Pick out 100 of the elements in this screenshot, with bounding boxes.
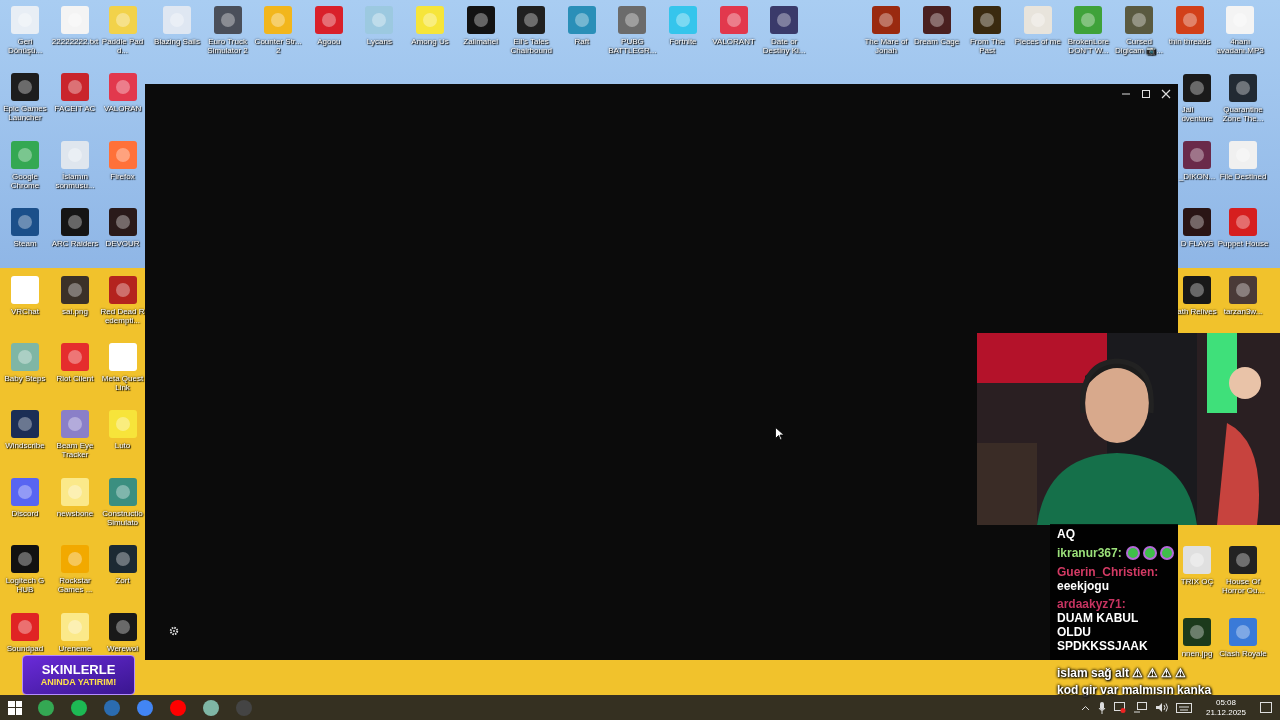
icon-label[interactable]: Puppet House (1215, 239, 1271, 248)
start-button[interactable] (8, 700, 22, 715)
icon-label[interactable]: Lycans (354, 37, 405, 46)
icon-label[interactable]: Ell's Tales Chairbound (506, 37, 557, 55)
app-icon[interactable] (1182, 73, 1212, 103)
icon-label[interactable]: VRChat (0, 306, 50, 316)
clock-time[interactable]: 05:08 (1215, 697, 1236, 708)
keyboard-icon[interactable] (1175, 702, 1192, 713)
notifications-icon[interactable] (1260, 702, 1272, 713)
app-icon[interactable] (107, 207, 138, 238)
app-icon[interactable] (212, 5, 243, 35)
icon-label[interactable]: Cursed Digicam 📷... (1114, 37, 1164, 55)
icon-label[interactable]: Werewol (100, 643, 145, 653)
app-icon[interactable] (107, 544, 138, 575)
icon-label[interactable]: D FLAYS (1180, 239, 1214, 248)
icon-label[interactable]: newsbone (50, 508, 100, 518)
app-icon[interactable] (10, 544, 40, 575)
icon-label[interactable]: Euro Truck Simulator 2 (202, 37, 253, 55)
app-icon[interactable] (1182, 140, 1212, 170)
icon-label[interactable]: Pieces of me (1012, 37, 1063, 46)
icon-label[interactable]: sai.png (50, 306, 100, 316)
icon-label[interactable]: Red Dead Redempti... (100, 306, 145, 325)
icon-label[interactable]: Agoou (303, 37, 354, 46)
icon-label[interactable]: nnen.jpg (1181, 649, 1213, 658)
icon-label[interactable]: Google Chrome (0, 171, 50, 190)
app-icon[interactable] (60, 274, 90, 305)
icon-label[interactable]: Windscribe (0, 441, 50, 451)
app-icon[interactable] (1182, 617, 1212, 647)
icon-label[interactable]: Steam (0, 239, 50, 249)
icon-label[interactable]: Jail dventure (1181, 105, 1213, 123)
icon-label[interactable]: Zalimahel (455, 37, 506, 46)
icon-label[interactable]: Geri Dönüşü... (0, 37, 50, 55)
icon-label[interactable]: From The Past (962, 37, 1013, 55)
icon-label[interactable]: ARC Raiders (50, 239, 100, 249)
icon-label[interactable]: Raft (556, 37, 607, 46)
app-icon[interactable] (60, 207, 90, 238)
app-icon[interactable] (465, 5, 496, 35)
icon-label[interactable]: Riot Client (50, 374, 100, 383)
icon-label[interactable]: Date or Destiny Ki... (759, 37, 810, 55)
icon-label[interactable]: Baby Steps (0, 374, 50, 383)
icon-label[interactable]: Paddle Padd... (100, 37, 145, 55)
settings-icon[interactable] (169, 626, 179, 636)
cursor-icon (775, 427, 785, 441)
icon-label[interactable]: Discord (0, 508, 50, 518)
icon-label[interactable]: ath Relives (1177, 307, 1217, 316)
icon-label[interactable]: 4nanı avadanı.MP3 (1215, 37, 1266, 55)
chat-username: ardaakyz71: (1057, 597, 1126, 611)
app-icon[interactable] (10, 409, 40, 440)
app-icon[interactable] (1182, 207, 1212, 237)
app-icon[interactable] (516, 5, 547, 35)
clock-date[interactable]: 21.12.2025 (1205, 707, 1246, 718)
icon-label[interactable]: BrokenLore DON'T W... (1063, 37, 1114, 55)
icon-label[interactable]: VALORAN (100, 104, 145, 114)
icon-label[interactable]: thin threads (1164, 37, 1215, 46)
icon-label[interactable]: Clash Royale (1215, 649, 1271, 658)
icon-label[interactable]: FACEIT AC (50, 104, 100, 114)
microphone-icon[interactable] (1097, 701, 1106, 714)
icon-label[interactable]: PUBG BATTLEGR... (607, 37, 658, 55)
icon-label[interactable]: Epic Games Launcher (0, 104, 50, 123)
icon-label[interactable]: Logitech G HUB (0, 576, 50, 595)
icon-label[interactable]: İslamın sonmusu... (50, 171, 100, 190)
app-icon[interactable] (1228, 275, 1258, 305)
icon-label[interactable]: Among Us (405, 37, 455, 46)
icon-label[interactable]: Dream Cage (911, 37, 962, 46)
app-icon[interactable] (203, 699, 219, 716)
icon-label[interactable]: Meta Quest Link (100, 374, 145, 392)
chevron-up-icon[interactable] (1080, 704, 1090, 711)
icon-label[interactable]: House Of Horror Ou... (1215, 577, 1271, 595)
speaker-icon[interactable] (1154, 702, 1168, 713)
icon-label[interactable]: Soundpad (0, 643, 50, 653)
icon-label[interactable]: _DIKON... (1178, 172, 1216, 181)
icon-label[interactable]: TRIX OÇ (1180, 577, 1214, 586)
app-icon[interactable] (921, 5, 952, 35)
icon-label[interactable]: DEVOUR (100, 239, 145, 249)
app-icon[interactable] (1228, 73, 1258, 103)
icon-label[interactable]: Counter Str... 2 (253, 37, 304, 55)
network-icon[interactable] (1133, 702, 1147, 713)
banner-title: SKINLERLE (41, 662, 116, 677)
icon-label[interactable]: Fortnite (658, 37, 708, 46)
icon-label[interactable]: Blazing Sails (152, 37, 202, 46)
app-icon[interactable] (1228, 545, 1258, 575)
icon-label[interactable]: Constructio Simulato (100, 508, 145, 527)
icon-label[interactable]: VALORANT (708, 37, 759, 46)
icon-label[interactable]: File Destined (1215, 172, 1271, 181)
record-icon[interactable] (1113, 702, 1126, 713)
promo-banner[interactable]: SKINLERLE ANINDA YATIRIM! (22, 655, 135, 695)
icon-label[interactable]: 22222222.txt (50, 37, 100, 46)
icon-label[interactable]: The Mare of Jonah (861, 37, 911, 55)
icon-label[interactable]: Zort (100, 576, 145, 586)
app-icon[interactable] (972, 5, 1003, 35)
app-icon[interactable] (71, 699, 87, 716)
icon-label[interactable]: Ureneme (50, 643, 100, 653)
icon-label[interactable]: Luto (100, 441, 145, 451)
app-icon[interactable] (769, 5, 800, 35)
app-icon[interactable] (1182, 275, 1212, 305)
icon-label[interactable]: Quarantine Zone The... (1215, 105, 1271, 123)
icon-label[interactable]: Firefox (100, 171, 145, 181)
icon-label[interactable]: Rockstar Games ... (50, 576, 100, 595)
app-icon[interactable] (10, 72, 40, 103)
icon-label[interactable]: Beam Eye Tracker (50, 441, 100, 460)
